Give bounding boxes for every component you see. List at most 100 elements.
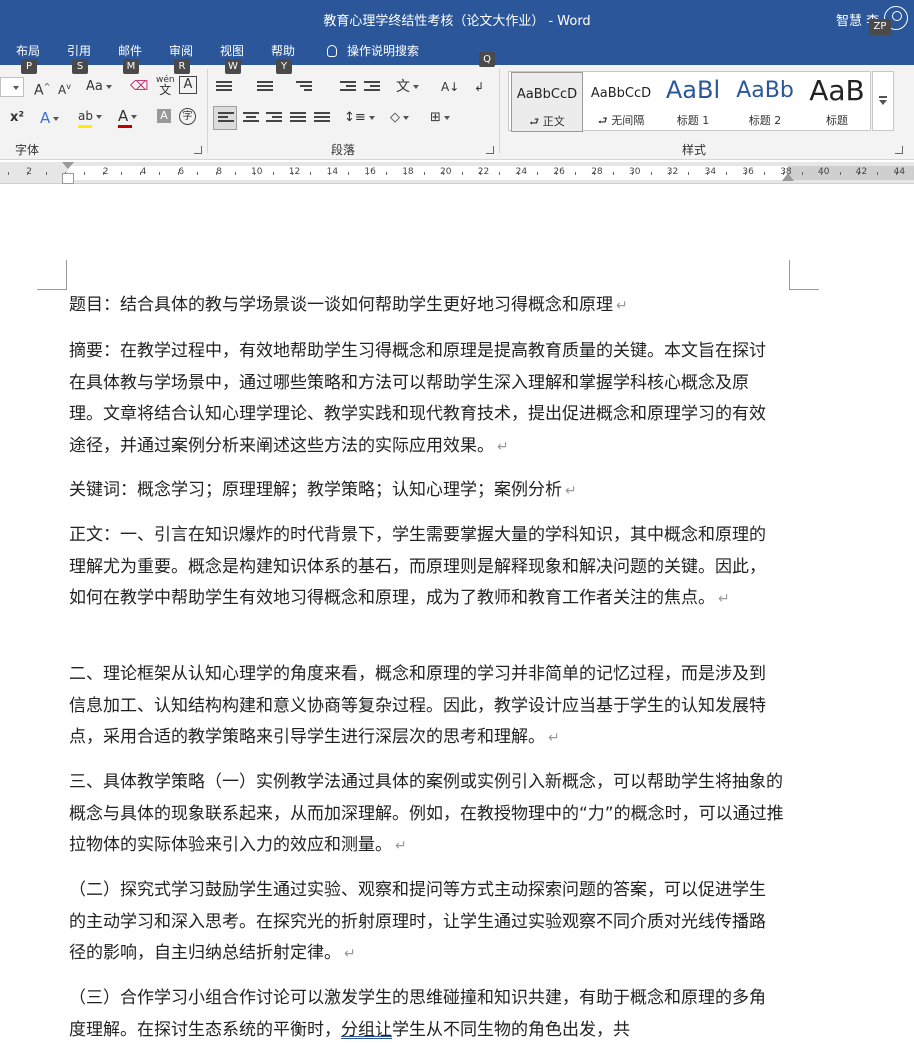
right-indent-icon[interactable] (782, 173, 794, 181)
left-indent-icon[interactable] (62, 173, 74, 184)
ruler-number: 20 (440, 167, 452, 177)
borders-icon[interactable]: ⊞ (430, 108, 450, 128)
sort-icon[interactable]: A↓ (441, 77, 459, 97)
ruler-number: 40 (818, 167, 830, 177)
paragraph-abstract[interactable]: 摘要：在教学过程中，有效地帮助学生习得概念和原理是提高教育质量的关键。本文旨在探… (69, 336, 775, 463)
align-right-icon[interactable] (266, 112, 282, 126)
styles-dialog-launcher-icon[interactable] (895, 146, 903, 154)
font-size-combo[interactable] (0, 77, 24, 97)
multilevel-list-icon[interactable] (296, 81, 312, 95)
phonetic-guide-button[interactable]: wén 文 (156, 75, 175, 96)
tell-me-search[interactable]: 操作说明搜索 (327, 42, 419, 59)
style-normal[interactable]: AaBbCcD ⮐ 正文 (511, 72, 583, 132)
paragraph-dialog-launcher-icon[interactable] (486, 146, 494, 154)
justify-icon[interactable] (290, 112, 306, 126)
font-dialog-launcher-icon[interactable] (194, 146, 202, 154)
align-left-icon (218, 112, 234, 126)
decrease-indent-icon[interactable] (340, 81, 356, 95)
ruler-tick (216, 172, 217, 175)
ruler-tick (480, 172, 481, 175)
style-heading-1[interactable]: AaBl 标题 1 (657, 72, 729, 132)
align-center-icon[interactable] (243, 112, 259, 126)
ruler-tick (707, 172, 708, 175)
line-spacing-icon[interactable]: ↕≡ (344, 108, 375, 128)
grammar-flagged-text[interactable]: 分组让 (341, 1020, 392, 1040)
tab-layout[interactable]: 布局 (16, 42, 40, 59)
paragraph-body-intro[interactable]: 正文：一、引言在知识爆炸的时代背景下，学生需要掌握大量的学科知识，其中概念和原理… (69, 520, 775, 616)
paragraph-title[interactable]: 题目：结合具体的教与学场景谈一谈如何帮助学生更好地习得概念和原理 ↵ (69, 290, 789, 323)
ruler-tick (292, 172, 293, 175)
horizontal-ruler[interactable]: 2 2 4 6 8 10 12 14 16 18 20 22 24 26 28 30 32 34 36 38 40 42 4… (0, 162, 914, 184)
shading-icon[interactable]: ◇ (390, 108, 409, 128)
show-marks-icon[interactable]: ↲ (474, 77, 484, 97)
increase-indent-icon[interactable] (364, 81, 380, 95)
tab-help[interactable]: 帮助 (271, 42, 295, 59)
style-sample: AaBb (736, 78, 794, 103)
ruler-text-area (68, 166, 788, 180)
style-sample: AaBbCcD (590, 86, 652, 101)
ruler-tick (821, 172, 822, 175)
character-border-button[interactable]: A (179, 76, 197, 94)
change-case-button[interactable]: Aa (86, 77, 112, 97)
crop-mark-top-right (789, 260, 819, 290)
ruler-tick (896, 172, 897, 175)
highlight-color-swatch (78, 125, 92, 128)
title-bar: 教育心理学终结性考核（论文大作业） - Word 智慧 李 ZP (0, 0, 914, 37)
paragraph-theory[interactable]: 二、理论框架从认知心理学的角度来看，概念和原理的学习并非简单的记忆过程，而是涉及… (69, 659, 775, 755)
ruler-tick (537, 172, 538, 175)
style-title[interactable]: AaB 标题 (801, 72, 873, 132)
ruler-tick (84, 172, 85, 175)
style-heading-2[interactable]: AaBb 标题 2 (729, 72, 801, 132)
superscript-button[interactable]: x² (10, 108, 24, 128)
ruler-number: 30 (629, 167, 641, 177)
tab-review[interactable]: 审阅 (169, 42, 193, 59)
shrink-font-button[interactable]: Av (58, 77, 71, 97)
character-shading-button[interactable]: A (157, 109, 171, 123)
distributed-icon[interactable] (314, 112, 330, 126)
ruler-tick (575, 172, 576, 175)
tab-references[interactable]: 引用 (67, 42, 91, 59)
style-name: 标题 2 (748, 114, 782, 127)
paragraph-strategy-1[interactable]: 三、具体教学策略（一）实例教学法通过具体的案例或实例引入新概念，可以帮助学生将抽… (69, 767, 791, 863)
ruler-tick (802, 172, 803, 175)
document-page[interactable]: 题目：结合具体的教与学场景谈一谈如何帮助学生更好地习得概念和原理 ↵ 摘要：在教学… (0, 185, 914, 1043)
ribbon-separator (207, 69, 208, 153)
keytip-references: S (72, 59, 88, 74)
bullets-icon[interactable] (216, 81, 232, 95)
style-name: 标题 (826, 114, 848, 127)
tell-me-label: 操作说明搜索 (347, 44, 420, 58)
ruler-tick (273, 172, 274, 175)
paragraph-strategy-2[interactable]: （二）探究式学习鼓励学生通过实验、观察和提问等方式主动探索问题的答案，可以促进学… (69, 875, 779, 971)
ruler-tick (8, 172, 9, 175)
ruler-tick (726, 172, 727, 175)
font-color-button[interactable]: A (118, 106, 138, 126)
clear-formatting-icon[interactable]: ⌫ (130, 77, 148, 97)
chinese-layout-icon[interactable]: 文 (396, 77, 419, 97)
paragraph-strategy-3[interactable]: （三）合作学习小组合作讨论可以激发学生的思维碰撞和知识共建，有助于概念和原理的多… (69, 983, 779, 1043)
highlight-color-button[interactable]: ab (78, 106, 102, 126)
ruler-tick (46, 172, 47, 175)
paragraph-keywords[interactable]: 关键词：概念学习；原理理解；教学策略；认知心理学；案例分析 ↵ (69, 475, 789, 508)
numbering-icon[interactable] (257, 81, 273, 95)
first-line-indent-icon[interactable] (62, 162, 74, 169)
ruler-tick (613, 172, 614, 175)
enclose-characters-button[interactable]: 字 (179, 108, 196, 125)
tab-view[interactable]: 视图 (220, 42, 244, 59)
ruler-tick (499, 172, 500, 175)
ruler-number: 8 (216, 167, 222, 177)
tab-mailings[interactable]: 邮件 (118, 42, 142, 59)
keytip-tell-me: Q (479, 52, 495, 67)
ruler-tick (254, 172, 255, 175)
ribbon: A^ Av Aa ⌫ wén 文 A x² A ab A A 字 字体 文 A↓ … (0, 65, 914, 160)
ruler-tick (518, 172, 519, 175)
font-group-label: 字体 (15, 143, 40, 157)
text-effects-button[interactable]: A (40, 108, 60, 128)
ruler-tick (386, 172, 387, 175)
styles-more-button[interactable] (872, 71, 894, 131)
style-name: ⮐ 无间隔 (597, 114, 645, 127)
ruler-tick (235, 172, 236, 175)
ruler-tick (443, 172, 444, 175)
style-no-spacing[interactable]: AaBbCcD ⮐ 无间隔 (585, 72, 657, 132)
style-name: ⮐ 正文 (529, 115, 565, 128)
grow-font-button[interactable]: A^ (34, 77, 50, 99)
